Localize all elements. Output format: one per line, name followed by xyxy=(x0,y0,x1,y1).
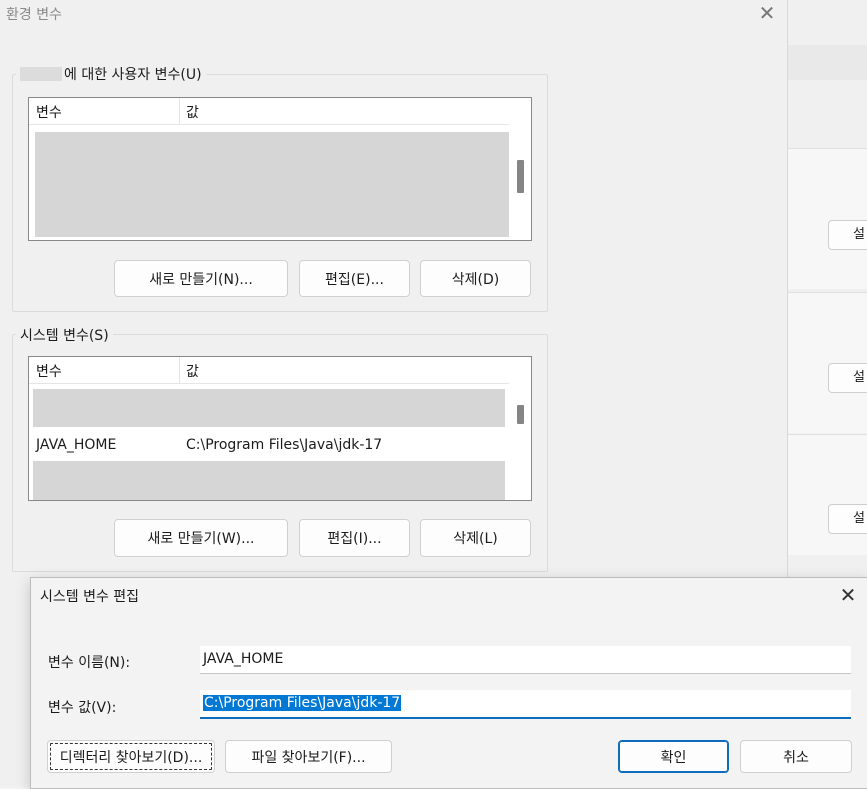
browse-file-button[interactable]: 파일 찾아보기(F)... xyxy=(225,740,392,773)
system-new-button[interactable]: 새로 만들기(W)... xyxy=(114,519,288,557)
dialog-title: 시스템 변수 편집 xyxy=(40,589,140,605)
list-header: 변수 값 xyxy=(29,98,509,125)
close-icon[interactable]: ✕ xyxy=(756,2,778,24)
user-new-button[interactable]: 새로 만들기(N)... xyxy=(114,260,288,297)
scrollbar-thumb[interactable] xyxy=(517,405,524,424)
redacted-rows xyxy=(35,132,509,237)
ok-button[interactable]: 확인 xyxy=(618,740,729,773)
var-value-field[interactable]: C:\Program Files\Java\jdk-17 xyxy=(200,690,851,719)
user-vars-list[interactable]: 변수 값 xyxy=(28,97,532,241)
system-vars-label: 시스템 변수(S) xyxy=(16,325,113,345)
browse-directory-button[interactable]: 디렉터리 찾아보기(D)... xyxy=(47,740,215,773)
column-header-value[interactable]: 값 xyxy=(186,102,199,122)
system-edit-button[interactable]: 편집(I)... xyxy=(299,519,410,557)
table-row[interactable]: JAVA_HOME C:\Program Files\Java\jdk-17 xyxy=(29,434,509,456)
background-button[interactable]: 설 xyxy=(828,220,867,250)
background-band xyxy=(788,45,867,80)
background-button[interactable]: 설 xyxy=(828,363,867,393)
edit-system-variable-dialog: 시스템 변수 편집 ✕ 변수 이름(N): JAVA_HOME 변수 값(V):… xyxy=(30,577,867,789)
dialog-title: 환경 변수 xyxy=(6,7,62,23)
selected-text: C:\Program Files\Java\jdk-17 xyxy=(203,695,402,711)
redacted-rows xyxy=(33,461,505,500)
user-edit-button[interactable]: 편집(E)... xyxy=(299,260,410,297)
scrollbar-thumb[interactable] xyxy=(517,160,524,193)
column-header-name[interactable]: 변수 xyxy=(36,361,62,381)
redacted-rows xyxy=(33,389,505,427)
redacted-username xyxy=(20,67,62,81)
column-header-name[interactable]: 변수 xyxy=(36,102,62,122)
background-panel xyxy=(788,148,867,289)
scrollbar[interactable] xyxy=(509,357,531,500)
column-header-value[interactable]: 값 xyxy=(186,361,199,381)
cancel-button[interactable]: 취소 xyxy=(740,740,852,773)
user-vars-label: 에 대한 사용자 변수(U) xyxy=(16,64,206,84)
system-vars-list[interactable]: 변수 값 JAVA_HOME C:\Program Files\Java\jdk… xyxy=(28,356,532,501)
background-panel xyxy=(788,434,867,555)
user-delete-button[interactable]: 삭제(D) xyxy=(420,260,531,297)
background-button[interactable]: 설 xyxy=(828,504,867,534)
system-delete-button[interactable]: 삭제(L) xyxy=(420,519,531,557)
var-value: C:\Program Files\Java\jdk-17 xyxy=(186,437,383,453)
close-icon[interactable]: ✕ xyxy=(837,584,859,606)
var-name: JAVA_HOME xyxy=(36,437,117,453)
list-header: 변수 값 xyxy=(29,357,509,384)
var-name-label: 변수 이름(N): xyxy=(48,655,131,671)
var-value-label: 변수 값(V): xyxy=(48,700,117,716)
scrollbar[interactable] xyxy=(509,98,531,240)
var-name-field[interactable]: JAVA_HOME xyxy=(200,646,851,674)
